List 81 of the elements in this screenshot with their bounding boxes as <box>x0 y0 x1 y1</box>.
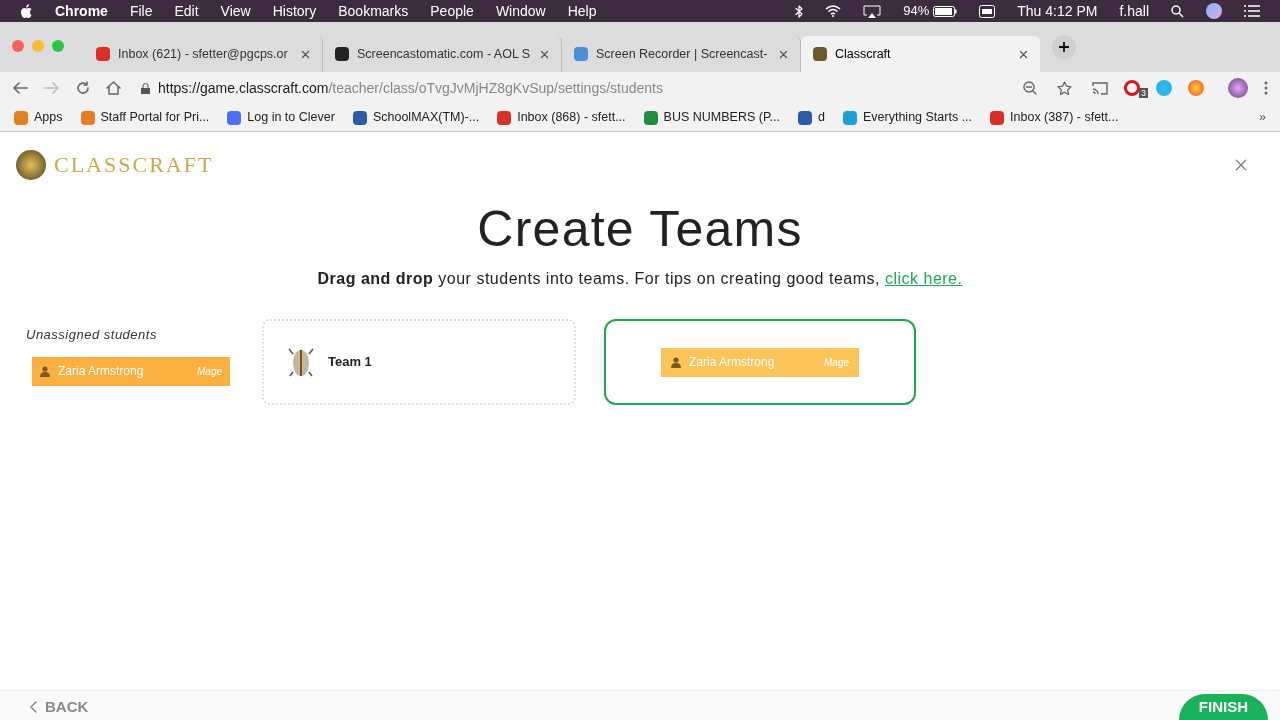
menu-item[interactable]: Bookmarks <box>338 0 409 22</box>
team-card[interactable]: Team 1 <box>262 319 576 405</box>
apple-icon[interactable] <box>20 3 33 19</box>
tab-title: Screencastomatic.com - AOL S <box>357 45 532 63</box>
favicon-icon <box>574 47 588 61</box>
team-name: Team 1 <box>328 353 372 372</box>
bookmark-item[interactable]: BUS NUMBERS (P... <box>643 108 781 127</box>
close-icon[interactable] <box>301 49 310 59</box>
menu-item[interactable]: Edit <box>174 0 199 22</box>
page-title: Create Teams <box>476 200 804 259</box>
student-name: Zaria Armstrong <box>689 354 776 371</box>
favicon-icon <box>843 110 857 125</box>
bookmark-item[interactable]: d <box>798 108 825 127</box>
search-icon[interactable] <box>1171 4 1184 18</box>
browser-tab[interactable]: Classcraft <box>801 36 1040 72</box>
more-icon[interactable] <box>1264 81 1268 95</box>
list-icon[interactable] <box>1244 5 1260 17</box>
instructions-text: Drag and drop your students into teams. For tips on creating good teams, click here. <box>316 269 964 289</box>
zoom-out-icon[interactable] <box>1023 81 1037 95</box>
close-icon[interactable] <box>779 49 788 59</box>
new-tab-button[interactable] <box>1052 35 1076 59</box>
person-icon <box>40 365 50 377</box>
favicon-icon <box>80 110 95 125</box>
menu-item[interactable]: View <box>220 0 251 22</box>
bookmark-item[interactable]: Staff Portal for Pri... <box>80 108 210 127</box>
bookmark-item[interactable]: SchoolMAX(TM)-... <box>352 108 480 127</box>
user-name[interactable]: f.hall <box>1119 0 1149 22</box>
section-label: Unassigned students <box>26 326 158 344</box>
overflow-icon[interactable]: » <box>1259 108 1266 127</box>
tab-title: Classcraft <box>835 45 892 63</box>
menu-clock[interactable]: Thu 4:12 PM <box>1017 0 1098 22</box>
back-icon[interactable] <box>12 81 28 95</box>
menu-item[interactable]: File <box>129 0 153 22</box>
favicon-icon <box>497 110 512 125</box>
cast-icon[interactable] <box>1092 81 1108 95</box>
student-name: Zaria Armstrong <box>58 363 145 380</box>
menu-item[interactable]: Chrome <box>55 0 108 22</box>
close-icon[interactable] <box>540 49 549 59</box>
favicon-icon <box>227 110 242 125</box>
student-class: Mage <box>824 355 849 370</box>
favicon-icon <box>14 110 28 125</box>
close-icon[interactable] <box>1019 49 1028 59</box>
bookmark-item[interactable]: Log in to Clever <box>227 108 335 127</box>
plus-icon <box>1058 41 1070 53</box>
tab-title: Inbox (621) - sfetter@pgcps.or <box>118 45 289 63</box>
profile-avatar[interactable] <box>1228 78 1248 98</box>
battery-icon[interactable] <box>933 5 958 17</box>
airplay-icon[interactable] <box>863 4 882 18</box>
bookmark-item[interactable]: Inbox (387) - sfett... <box>990 108 1119 127</box>
favicon-icon <box>990 110 1005 125</box>
reload-icon[interactable] <box>76 81 90 95</box>
favicon-icon <box>335 47 349 61</box>
tab-title: Screen Recorder | Screencast- <box>596 45 769 63</box>
lock-icon <box>141 82 150 94</box>
favicon-icon <box>813 47 827 61</box>
bookmark-item[interactable]: Inbox (868) - sfett... <box>497 108 626 127</box>
close-icon[interactable] <box>1234 157 1248 172</box>
menu-item[interactable]: Window <box>495 0 546 22</box>
beetle-icon <box>288 346 314 378</box>
home-icon[interactable] <box>106 81 121 95</box>
chevron-left-icon[interactable] <box>30 700 37 713</box>
keyboard-icon[interactable] <box>979 4 996 18</box>
star-icon[interactable] <box>1057 81 1072 95</box>
menu-item[interactable]: History <box>272 0 317 22</box>
menu-item[interactable]: Help <box>567 0 597 22</box>
url-host: https://game.classcraft.com <box>158 79 329 96</box>
favicon-icon <box>96 47 110 61</box>
battery-percent: 94% <box>903 2 930 21</box>
student-class: Mage <box>197 364 222 379</box>
favicon-icon <box>798 110 813 125</box>
url-path: /teacher/class/oTvgJvMjHZ8gKvSup/settings/students <box>328 79 663 96</box>
favicon-icon <box>352 110 367 125</box>
bookmark-item[interactable]: Apps <box>14 108 63 127</box>
favicon-icon <box>643 110 658 125</box>
person-icon <box>671 356 681 368</box>
bookmark-item[interactable]: Everything Starts ... <box>843 108 973 127</box>
bluetooth-icon[interactable] <box>795 4 804 18</box>
extension-badge: 3 <box>1139 88 1148 98</box>
wifi-icon[interactable] <box>825 5 842 17</box>
menu-item[interactable]: People <box>430 0 474 22</box>
logo-icon <box>16 149 46 180</box>
